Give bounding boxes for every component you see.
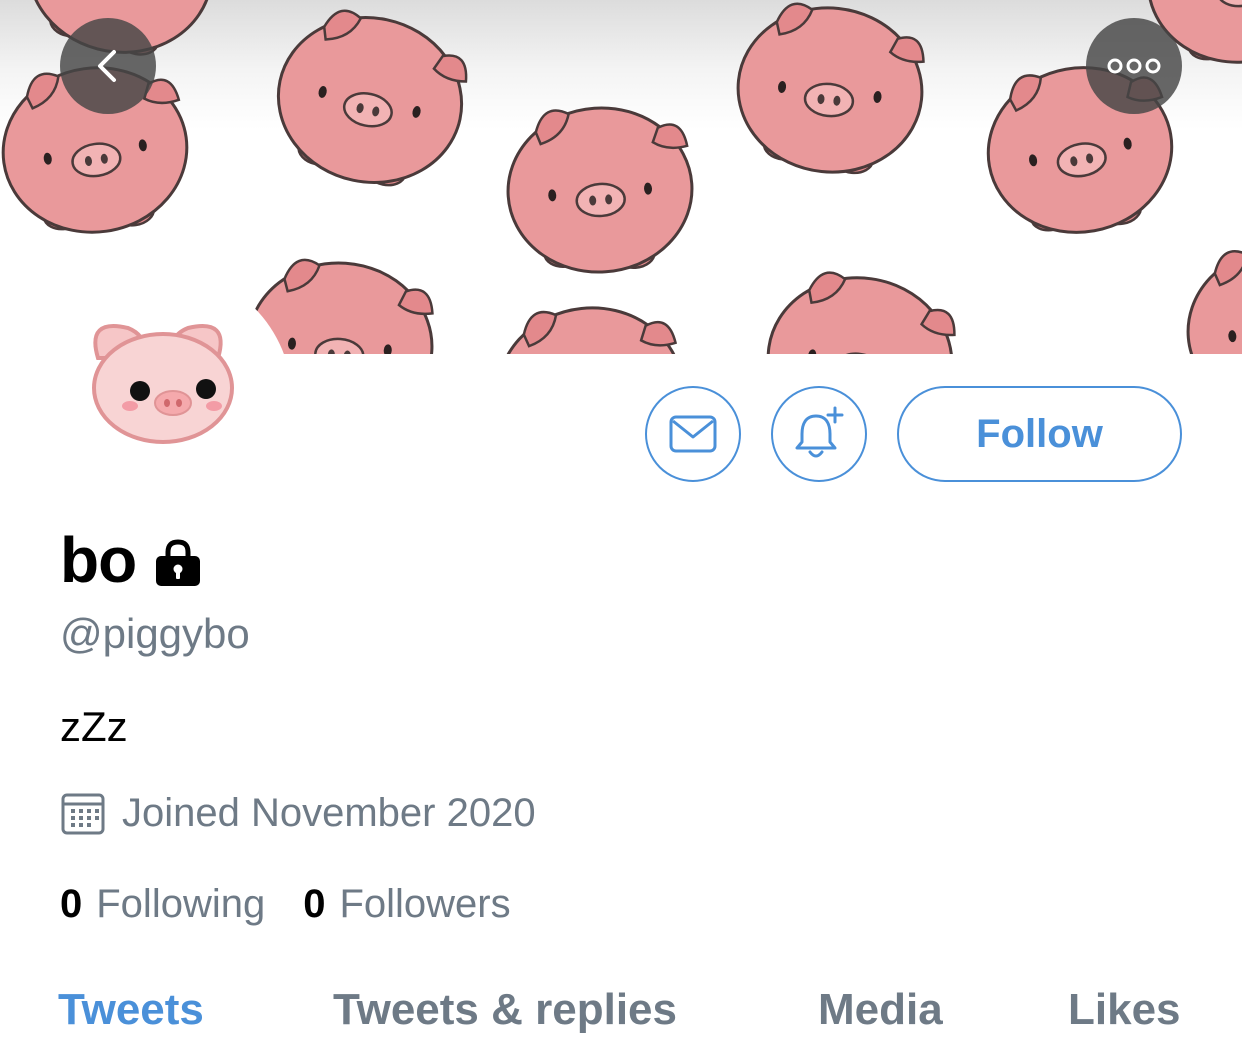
lock-icon [156, 539, 201, 586]
following-count: 0 [60, 881, 83, 926]
joined-date: Joined November 2020 [60, 785, 536, 841]
follow-stats: 0 Following 0 Followers [60, 878, 511, 930]
profile-bio: zZz [60, 703, 128, 750]
bell-plus-icon [795, 406, 844, 458]
followers-label: Followers [339, 881, 511, 926]
profile-avatar[interactable] [34, 270, 292, 528]
more-options-button[interactable] [1086, 18, 1182, 114]
tab-tweets-and-replies[interactable]: Tweets & replies [333, 985, 677, 1035]
joined-text: Joined November 2020 [122, 790, 536, 835]
profile-name-row: bo [60, 522, 202, 598]
calendar-icon [61, 793, 105, 835]
back-button[interactable] [60, 18, 156, 114]
followers-count: 0 [303, 881, 326, 926]
profile-tabs: Tweets Tweets & replies Media Likes [0, 985, 1242, 1045]
display-name: bo [60, 524, 137, 596]
message-button[interactable] [645, 386, 741, 482]
follow-button[interactable]: Follow [897, 386, 1182, 482]
following-label: Following [96, 881, 266, 926]
ellipsis-icon [1107, 58, 1161, 74]
pig-face-avatar-image [92, 324, 234, 444]
tab-tweets[interactable]: Tweets [58, 985, 204, 1035]
tab-media[interactable]: Media [818, 985, 943, 1035]
notifications-button[interactable] [771, 386, 867, 482]
envelope-icon [669, 415, 717, 453]
following-stat[interactable]: 0 Following [60, 882, 265, 927]
chevron-left-icon [98, 50, 116, 82]
tab-likes[interactable]: Likes [1068, 985, 1181, 1035]
profile-handle: @piggybo [60, 610, 250, 657]
followers-stat[interactable]: 0 Followers [303, 882, 510, 927]
